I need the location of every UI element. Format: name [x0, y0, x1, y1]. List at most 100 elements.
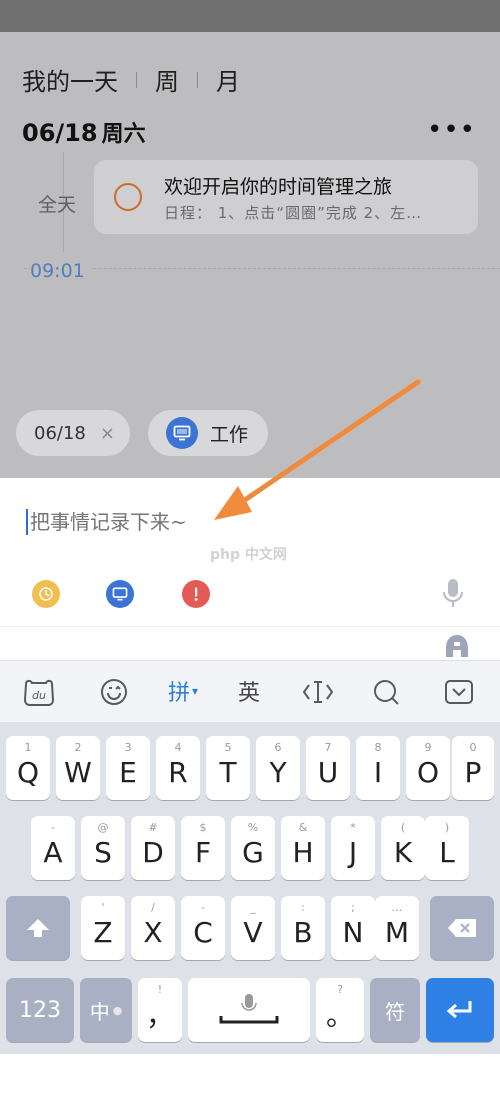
key-a[interactable]: -A: [31, 816, 75, 880]
key-hint: -: [201, 901, 205, 914]
key-hint: ;: [351, 901, 355, 914]
event-title: 欢迎开启你的时间管理之旅: [164, 176, 393, 198]
key-label: K: [393, 835, 413, 869]
key-d[interactable]: # D: [131, 816, 175, 880]
period-key[interactable]: ?。: [316, 978, 364, 1042]
date-text: 06/18: [22, 119, 98, 147]
key-label: Z: [93, 915, 113, 949]
key-b[interactable]: :B: [281, 896, 325, 960]
task-input[interactable]: [30, 510, 330, 534]
event-card[interactable]: 欢迎开启你的时间管理之旅 日程： 1、点击“圆圈”完成 2、左…: [94, 160, 478, 234]
key-hint: 9: [424, 741, 432, 754]
key-label: I: [373, 755, 383, 789]
key-m[interactable]: … M: [375, 896, 419, 960]
category-chip[interactable]: 工作: [148, 410, 268, 456]
key-hint: @: [97, 821, 109, 834]
key-label: X: [143, 915, 163, 949]
key-e[interactable]: 3E: [106, 736, 150, 800]
voice-a-icon[interactable]: [444, 634, 470, 657]
key-r[interactable]: 4R: [156, 736, 200, 800]
key-label: S: [94, 835, 112, 869]
tab-week[interactable]: 周: [155, 62, 179, 97]
complete-circle-icon[interactable]: [114, 183, 142, 211]
key-j[interactable]: * J: [331, 816, 375, 880]
numbers-key[interactable]: 123: [6, 978, 74, 1042]
current-time-label: 09:01: [30, 260, 91, 282]
key-u[interactable]: 7U: [306, 736, 350, 800]
key-hint: ): [444, 821, 450, 834]
chinese-switch-key[interactable]: 中 ●: [80, 978, 132, 1042]
microphone-icon[interactable]: [442, 578, 464, 612]
more-button[interactable]: •••: [427, 117, 476, 143]
key-label: H: [292, 835, 314, 869]
key-label: G: [242, 835, 264, 869]
key-o[interactable]: 9O: [406, 736, 450, 800]
key-label: A: [43, 835, 63, 869]
collapse-keyboard-icon[interactable]: [444, 677, 474, 707]
clock-icon[interactable]: [32, 580, 60, 608]
key-hint: %: [247, 821, 259, 834]
key-label: C: [193, 915, 213, 949]
comma-key[interactable]: !，: [138, 978, 182, 1042]
key-hint: 1: [24, 741, 32, 754]
cursor-icon[interactable]: [302, 677, 334, 707]
pinyin-mode-button[interactable]: 拼 ▾: [168, 676, 198, 706]
category-chip-label: 工作: [210, 423, 249, 446]
key-hint: 5: [224, 741, 232, 754]
smiley-icon[interactable]: [100, 677, 128, 707]
monitor-icon[interactable]: [106, 580, 134, 608]
key-hint: 7: [324, 741, 332, 754]
shift-icon: [27, 919, 49, 937]
bottom-area: [0, 1054, 500, 1111]
tab-month[interactable]: 月: [216, 62, 240, 97]
key-s[interactable]: @ S: [81, 816, 125, 880]
english-mode-button[interactable]: 英: [238, 676, 260, 706]
monitor-icon: [166, 417, 198, 449]
key-hint: :: [301, 901, 305, 914]
key-hint: ?: [337, 983, 343, 996]
key-label: R: [168, 755, 188, 789]
delete-key[interactable]: [430, 896, 494, 960]
symbol-key[interactable]: 符: [370, 978, 420, 1042]
key-f[interactable]: $ F: [181, 816, 225, 880]
keyboard: 1Q 2W 3E 4R 5T 6Y 7U 8I 9O 0P -A @ S # D $…: [0, 722, 500, 1054]
key-hint: 8: [374, 741, 382, 754]
key-n[interactable]: ; N: [331, 896, 375, 960]
current-time-line: [24, 268, 500, 269]
key-label: J: [348, 835, 358, 869]
key-p[interactable]: 0P: [452, 736, 494, 800]
key-x[interactable]: / X: [131, 896, 175, 960]
weekday-text: 周六: [101, 122, 146, 147]
key-k[interactable]: (K: [381, 816, 425, 880]
shift-key[interactable]: [6, 896, 70, 960]
key-g[interactable]: % G: [231, 816, 275, 880]
tab-my-day[interactable]: 我的一天: [22, 62, 118, 97]
key-q[interactable]: 1Q: [6, 736, 50, 800]
key-h[interactable]: & H: [281, 816, 325, 880]
key-label: N: [342, 915, 364, 949]
microphone-icon: [219, 994, 279, 1024]
calendar-view: 我的一天 周 月 06/18 周六 ••• 全天 欢迎开启你的时间管理之旅 日程：…: [0, 32, 500, 478]
key-label: T: [219, 755, 237, 789]
key-hint: _: [250, 901, 256, 914]
key-label: U: [317, 755, 339, 789]
view-tabs: 我的一天 周 月: [22, 62, 240, 97]
date-chip[interactable]: 06/18 ×: [16, 410, 130, 456]
key-y[interactable]: 6Y: [256, 736, 300, 800]
enter-key[interactable]: [426, 978, 494, 1042]
key-w[interactable]: 2W: [56, 736, 100, 800]
search-icon[interactable]: [372, 677, 400, 707]
key-z[interactable]: ' Z: [81, 896, 125, 960]
space-key[interactable]: [188, 978, 310, 1042]
du-bear-icon[interactable]: du: [22, 677, 56, 707]
close-icon[interactable]: ×: [100, 423, 115, 444]
exclamation-icon[interactable]: [182, 580, 210, 608]
key-c[interactable]: -C: [181, 896, 225, 960]
key-t[interactable]: 5T: [206, 736, 250, 800]
date-title: 06/18 周六: [22, 116, 146, 148]
key-l[interactable]: ) L: [425, 816, 469, 880]
key-v[interactable]: _ V: [231, 896, 275, 960]
key-i[interactable]: 8I: [356, 736, 400, 800]
key-hint: -: [51, 821, 55, 834]
key-label: E: [119, 755, 137, 789]
